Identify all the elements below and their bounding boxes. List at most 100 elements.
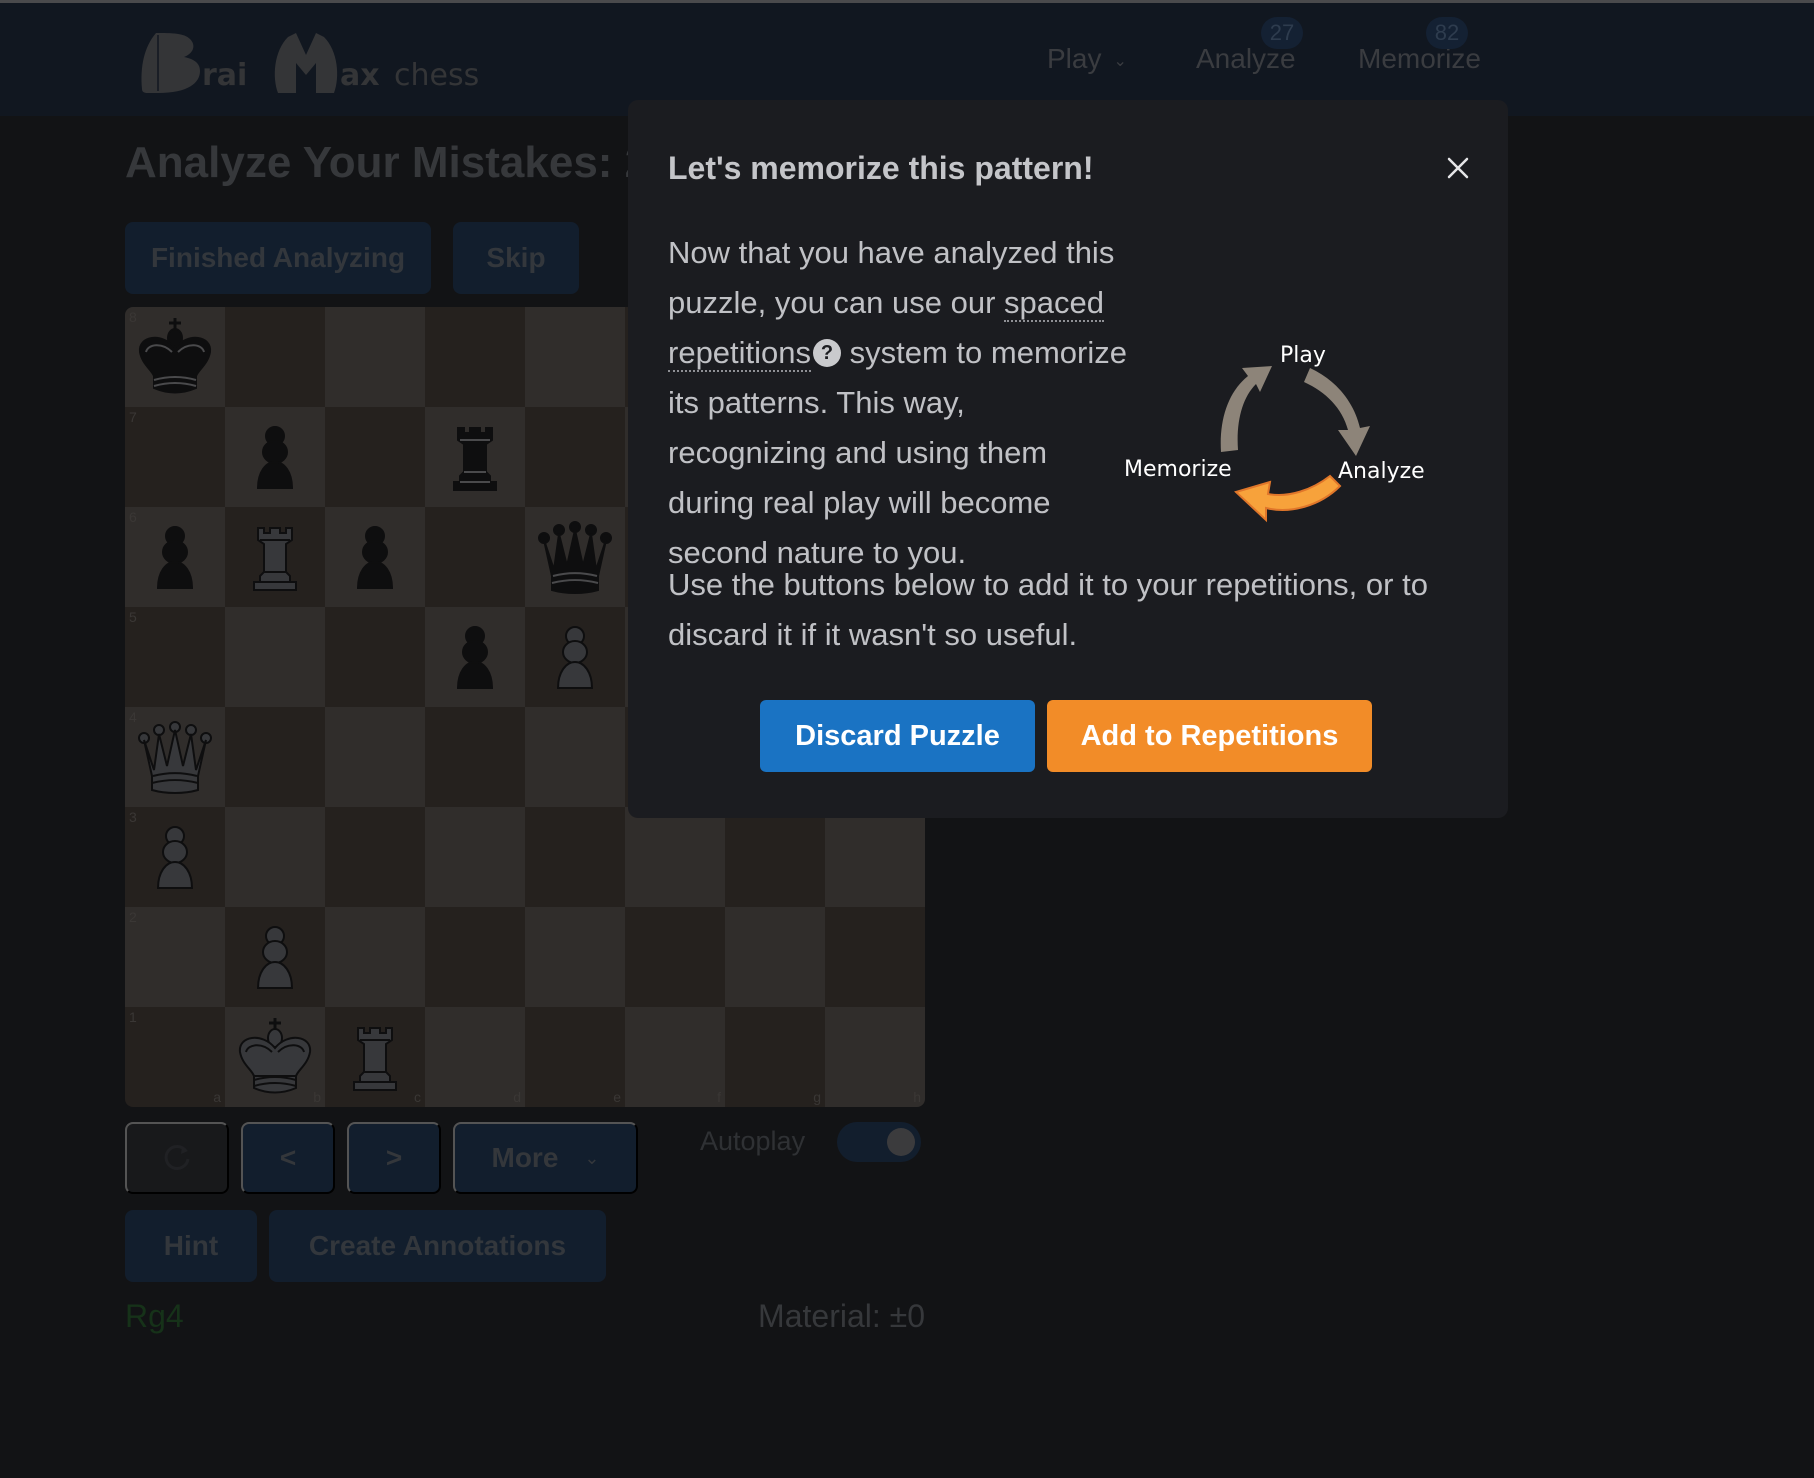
- current-move: Rg4: [125, 1298, 184, 1334]
- square-b7[interactable]: [225, 407, 325, 507]
- file-label: a: [213, 1089, 221, 1105]
- square-a5[interactable]: 5: [125, 607, 225, 707]
- square-d1[interactable]: d: [425, 1007, 525, 1107]
- white-queen-icon[interactable]: [132, 714, 218, 800]
- square-b8[interactable]: [225, 307, 325, 407]
- square-c5[interactable]: [325, 607, 425, 707]
- square-d2[interactable]: [425, 907, 525, 1007]
- square-b3[interactable]: [225, 807, 325, 907]
- square-a4[interactable]: 4: [125, 707, 225, 807]
- white-pawn-icon[interactable]: [532, 614, 618, 700]
- white-rook-icon[interactable]: [332, 1014, 418, 1100]
- file-label: h: [913, 1089, 921, 1105]
- discard-puzzle-button[interactable]: Discard Puzzle: [760, 700, 1035, 772]
- logo[interactable]: rai ax chess: [138, 27, 548, 99]
- square-f1[interactable]: f: [625, 1007, 725, 1107]
- square-c1[interactable]: c: [325, 1007, 425, 1107]
- square-a6[interactable]: 6: [125, 507, 225, 607]
- square-c3[interactable]: [325, 807, 425, 907]
- square-e5[interactable]: [525, 607, 625, 707]
- square-e4[interactable]: [525, 707, 625, 807]
- logo-graphic: rai ax chess: [141, 33, 479, 93]
- square-d6[interactable]: [425, 507, 525, 607]
- file-label: g: [813, 1089, 821, 1105]
- square-d8[interactable]: [425, 307, 525, 407]
- square-b6[interactable]: [225, 507, 325, 607]
- analyze-count-badge: 27: [1261, 17, 1303, 49]
- square-a1[interactable]: 1a: [125, 1007, 225, 1107]
- modal-instructions: Use the buttons below to add it to your …: [668, 567, 1428, 652]
- black-pawn-icon[interactable]: [232, 414, 318, 500]
- black-pawn-icon[interactable]: [432, 614, 518, 700]
- square-h3[interactable]: [825, 807, 925, 907]
- more-dropdown-button[interactable]: More ⌄: [453, 1122, 638, 1194]
- create-annotations-button[interactable]: Create Annotations: [269, 1210, 606, 1282]
- square-a3[interactable]: 3: [125, 807, 225, 907]
- nav-play[interactable]: Play ⌄: [1047, 43, 1127, 75]
- help-icon[interactable]: ?: [813, 339, 842, 367]
- rank-label: 5: [129, 609, 137, 625]
- rank-label: 3: [129, 809, 137, 825]
- rank-label: 4: [129, 709, 137, 725]
- square-c7[interactable]: [325, 407, 425, 507]
- square-e7[interactable]: [525, 407, 625, 507]
- close-icon[interactable]: [1442, 152, 1474, 184]
- square-f3[interactable]: [625, 807, 725, 907]
- toggle-knob: [887, 1128, 915, 1156]
- square-g3[interactable]: [725, 807, 825, 907]
- previous-move-button[interactable]: <: [241, 1122, 335, 1194]
- black-pawn-icon[interactable]: [132, 514, 218, 600]
- cycle-label-memorize: Memorize: [1124, 457, 1232, 482]
- square-h1[interactable]: h: [825, 1007, 925, 1107]
- hint-button[interactable]: Hint: [125, 1210, 257, 1282]
- black-rook-icon[interactable]: [432, 414, 518, 500]
- cycle-arrow-memorize-to-play: [1220, 366, 1272, 452]
- square-h2[interactable]: [825, 907, 925, 1007]
- square-d7[interactable]: [425, 407, 525, 507]
- play-analyze-memorize-cycle-diagram: Play Memorize Analyze: [1124, 343, 1425, 523]
- add-to-repetitions-button[interactable]: Add to Repetitions: [1047, 700, 1372, 772]
- rank-label: 7: [129, 409, 137, 425]
- file-label: f: [717, 1089, 721, 1105]
- black-queen-icon[interactable]: [532, 514, 618, 600]
- square-b4[interactable]: [225, 707, 325, 807]
- white-king-icon[interactable]: [232, 1014, 318, 1100]
- square-d3[interactable]: [425, 807, 525, 907]
- square-b5[interactable]: [225, 607, 325, 707]
- square-e3[interactable]: [525, 807, 625, 907]
- square-d4[interactable]: [425, 707, 525, 807]
- square-g2[interactable]: [725, 907, 825, 1007]
- refresh-icon: [164, 1144, 190, 1170]
- white-pawn-icon[interactable]: [232, 914, 318, 1000]
- next-move-button[interactable]: >: [347, 1122, 441, 1194]
- finished-analyzing-button[interactable]: Finished Analyzing: [125, 222, 431, 294]
- square-d5[interactable]: [425, 607, 525, 707]
- square-e6[interactable]: [525, 507, 625, 607]
- square-f2[interactable]: [625, 907, 725, 1007]
- file-label: d: [513, 1089, 521, 1105]
- square-a2[interactable]: 2: [125, 907, 225, 1007]
- white-rook-icon[interactable]: [232, 514, 318, 600]
- square-g1[interactable]: g: [725, 1007, 825, 1107]
- square-e1[interactable]: e: [525, 1007, 625, 1107]
- white-pawn-icon[interactable]: [132, 814, 218, 900]
- square-c8[interactable]: [325, 307, 425, 407]
- square-b2[interactable]: [225, 907, 325, 1007]
- square-c4[interactable]: [325, 707, 425, 807]
- square-a8[interactable]: 8: [125, 307, 225, 407]
- square-e8[interactable]: [525, 307, 625, 407]
- reset-button[interactable]: [125, 1122, 229, 1194]
- chevron-down-icon: ⌄: [584, 1147, 600, 1168]
- square-c2[interactable]: [325, 907, 425, 1007]
- skip-button[interactable]: Skip: [453, 222, 579, 294]
- logo-word-1: rai: [202, 58, 247, 93]
- square-a7[interactable]: 7: [125, 407, 225, 507]
- nav-memorize[interactable]: Memorize: [1358, 43, 1481, 75]
- autoplay-toggle[interactable]: [837, 1122, 921, 1162]
- black-pawn-icon[interactable]: [332, 514, 418, 600]
- black-king-icon[interactable]: [132, 314, 218, 400]
- more-label: More: [491, 1142, 559, 1173]
- square-c6[interactable]: [325, 507, 425, 607]
- square-b1[interactable]: b: [225, 1007, 325, 1107]
- square-e2[interactable]: [525, 907, 625, 1007]
